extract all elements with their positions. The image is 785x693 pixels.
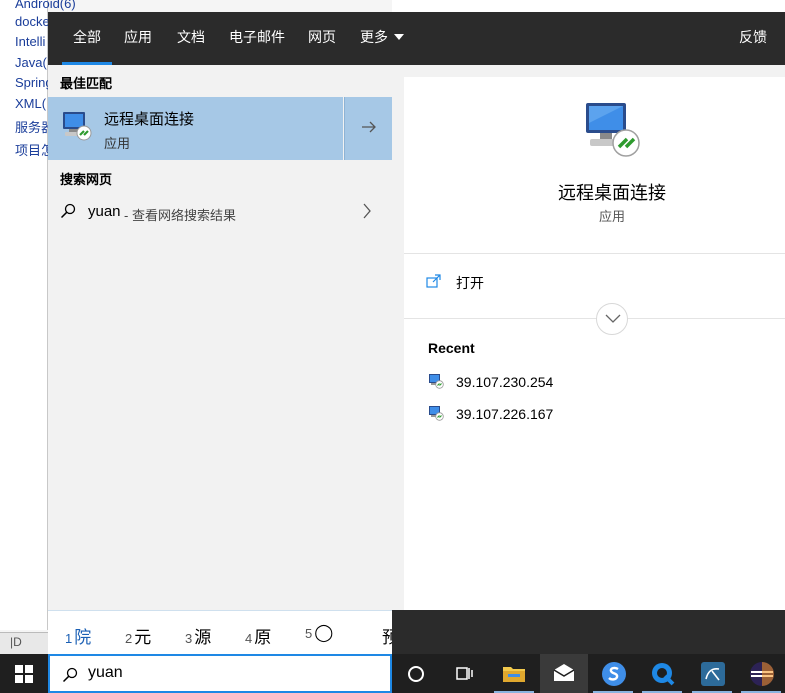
recent-heading: Recent [428, 340, 475, 356]
web-search-query: yuan [88, 203, 121, 220]
search-box[interactable] [48, 654, 392, 693]
open-preview-button[interactable] [344, 97, 392, 160]
panel-footer [392, 610, 785, 654]
remote-desktop-icon [586, 103, 640, 157]
task-view-icon [456, 667, 473, 680]
taskbar-app-mail[interactable] [540, 654, 588, 693]
ime-candidate-text: ◯ [314, 623, 334, 642]
divider [404, 253, 785, 254]
tab-more-label: 更多 [360, 29, 388, 45]
ime-candidate-text: 院 [74, 628, 92, 647]
preview-title: 远程桌面连接 [558, 183, 666, 203]
ime-candidate-number: 2 [125, 631, 133, 646]
taskbar [0, 654, 785, 693]
recent-item[interactable]: 39.107.230.254 [428, 371, 728, 393]
taskbar-app-eclipse[interactable] [737, 654, 785, 693]
ime-candidate[interactable]: 2元 [125, 623, 151, 648]
tab-web[interactable]: 网页 [308, 12, 336, 65]
ime-candidate-bar: 1院 2元 3源 4原 5 ◯ 预 [48, 610, 399, 654]
expand-button[interactable] [596, 303, 628, 335]
recent-item-label: 39.107.226.167 [456, 406, 554, 422]
ime-candidate-text: 源 [194, 628, 212, 647]
windows-logo-icon [15, 665, 33, 683]
sogou-icon [602, 662, 626, 686]
ime-candidate-text: 原 [254, 628, 272, 647]
ime-candidate[interactable]: 3源 [185, 623, 211, 648]
chevron-right-icon [363, 203, 371, 219]
chevron-down-icon [605, 314, 621, 323]
eclipse-icon [750, 662, 774, 686]
recent-item[interactable]: 39.107.226.167 [428, 403, 728, 425]
open-button[interactable]: 打开 [426, 270, 626, 294]
cortana-button[interactable] [392, 654, 440, 693]
background-link[interactable]: Android(6) [15, 0, 76, 11]
background-link[interactable]: Intelli [15, 34, 45, 49]
background-bottom-strip: |D [0, 632, 48, 654]
task-view-button[interactable] [440, 654, 488, 693]
background-strip-text: |D [10, 635, 22, 649]
tab-email[interactable]: 电子邮件 [229, 12, 285, 65]
ime-candidate-number: 1 [65, 631, 73, 646]
mysql-workbench-icon [701, 662, 725, 686]
background-link[interactable]: XML( [15, 96, 46, 111]
ime-candidate[interactable]: 4原 [245, 623, 271, 648]
ime-candidate-number: 5 [305, 626, 313, 641]
best-match-name: 远程桌面连接 [104, 111, 195, 128]
file-explorer-icon [503, 667, 525, 682]
tab-all[interactable]: 全部 [62, 12, 112, 65]
search-icon [62, 667, 78, 683]
best-match-item[interactable]: 远程桌面连接 应用 [48, 97, 343, 160]
background-link[interactable]: docke [15, 14, 50, 29]
taskbar-app-quark[interactable] [638, 654, 686, 693]
background-link[interactable]: Java( [15, 55, 47, 70]
chevron-down-icon [394, 34, 404, 40]
mail-icon [553, 664, 575, 681]
feedback-button[interactable]: 反馈 [739, 12, 767, 62]
background-sidebar: Android(6) docke Intelli Java( Spring XM… [0, 0, 76, 630]
web-search-item[interactable]: yuan - 查看网络搜索结果 [48, 191, 392, 231]
results-list: 最佳匹配 远程桌面连接 应用 搜索网页 yuan - 查看网络搜索结果 [48, 65, 392, 610]
open-label: 打开 [456, 275, 484, 291]
ime-candidate[interactable]: 5 ◯ [305, 623, 333, 643]
preview-type: 应用 [598, 209, 625, 224]
taskbar-app-file-explorer[interactable] [490, 654, 538, 693]
ime-candidate[interactable]: 1院 [65, 623, 91, 648]
tab-documents[interactable]: 文档 [177, 12, 205, 65]
remote-desktop-icon [429, 406, 444, 421]
tab-more[interactable]: 更多 [360, 12, 404, 65]
web-search-heading: 搜索网页 [60, 172, 113, 187]
taskbar-app-mysql-workbench[interactable] [688, 654, 736, 693]
recent-item-label: 39.107.230.254 [456, 374, 554, 390]
taskbar-app-sogou[interactable] [589, 654, 637, 693]
preview-pane: 远程桌面连接 应用 打开 Recent 39.107.230.254 39.10… [404, 77, 785, 610]
best-match-heading: 最佳匹配 [60, 76, 113, 91]
search-icon [60, 203, 76, 219]
remote-desktop-icon [429, 374, 444, 389]
arrow-right-icon [362, 121, 376, 133]
tab-apps[interactable]: 应用 [124, 12, 152, 65]
ime-candidate-number: 4 [245, 631, 253, 646]
divider [404, 318, 785, 319]
background-link[interactable]: Spring [15, 75, 53, 90]
quark-icon [652, 663, 675, 686]
web-search-suffix: - 查看网络搜索结果 [124, 208, 236, 223]
best-match-type: 应用 [104, 136, 131, 151]
cortana-icon [408, 666, 424, 682]
filter-tab-bar: 全部 应用 文档 电子邮件 网页 更多 反馈 [48, 12, 785, 65]
start-button[interactable] [0, 654, 48, 693]
ime-candidate-number: 3 [185, 631, 193, 646]
open-icon [426, 274, 441, 288]
search-panel: 全部 应用 文档 电子邮件 网页 更多 反馈 最佳匹配 远程桌面连接 应用 搜索… [48, 12, 785, 654]
remote-desktop-icon [63, 112, 92, 141]
ime-candidate-text: 元 [134, 628, 152, 647]
search-input[interactable] [88, 664, 368, 682]
